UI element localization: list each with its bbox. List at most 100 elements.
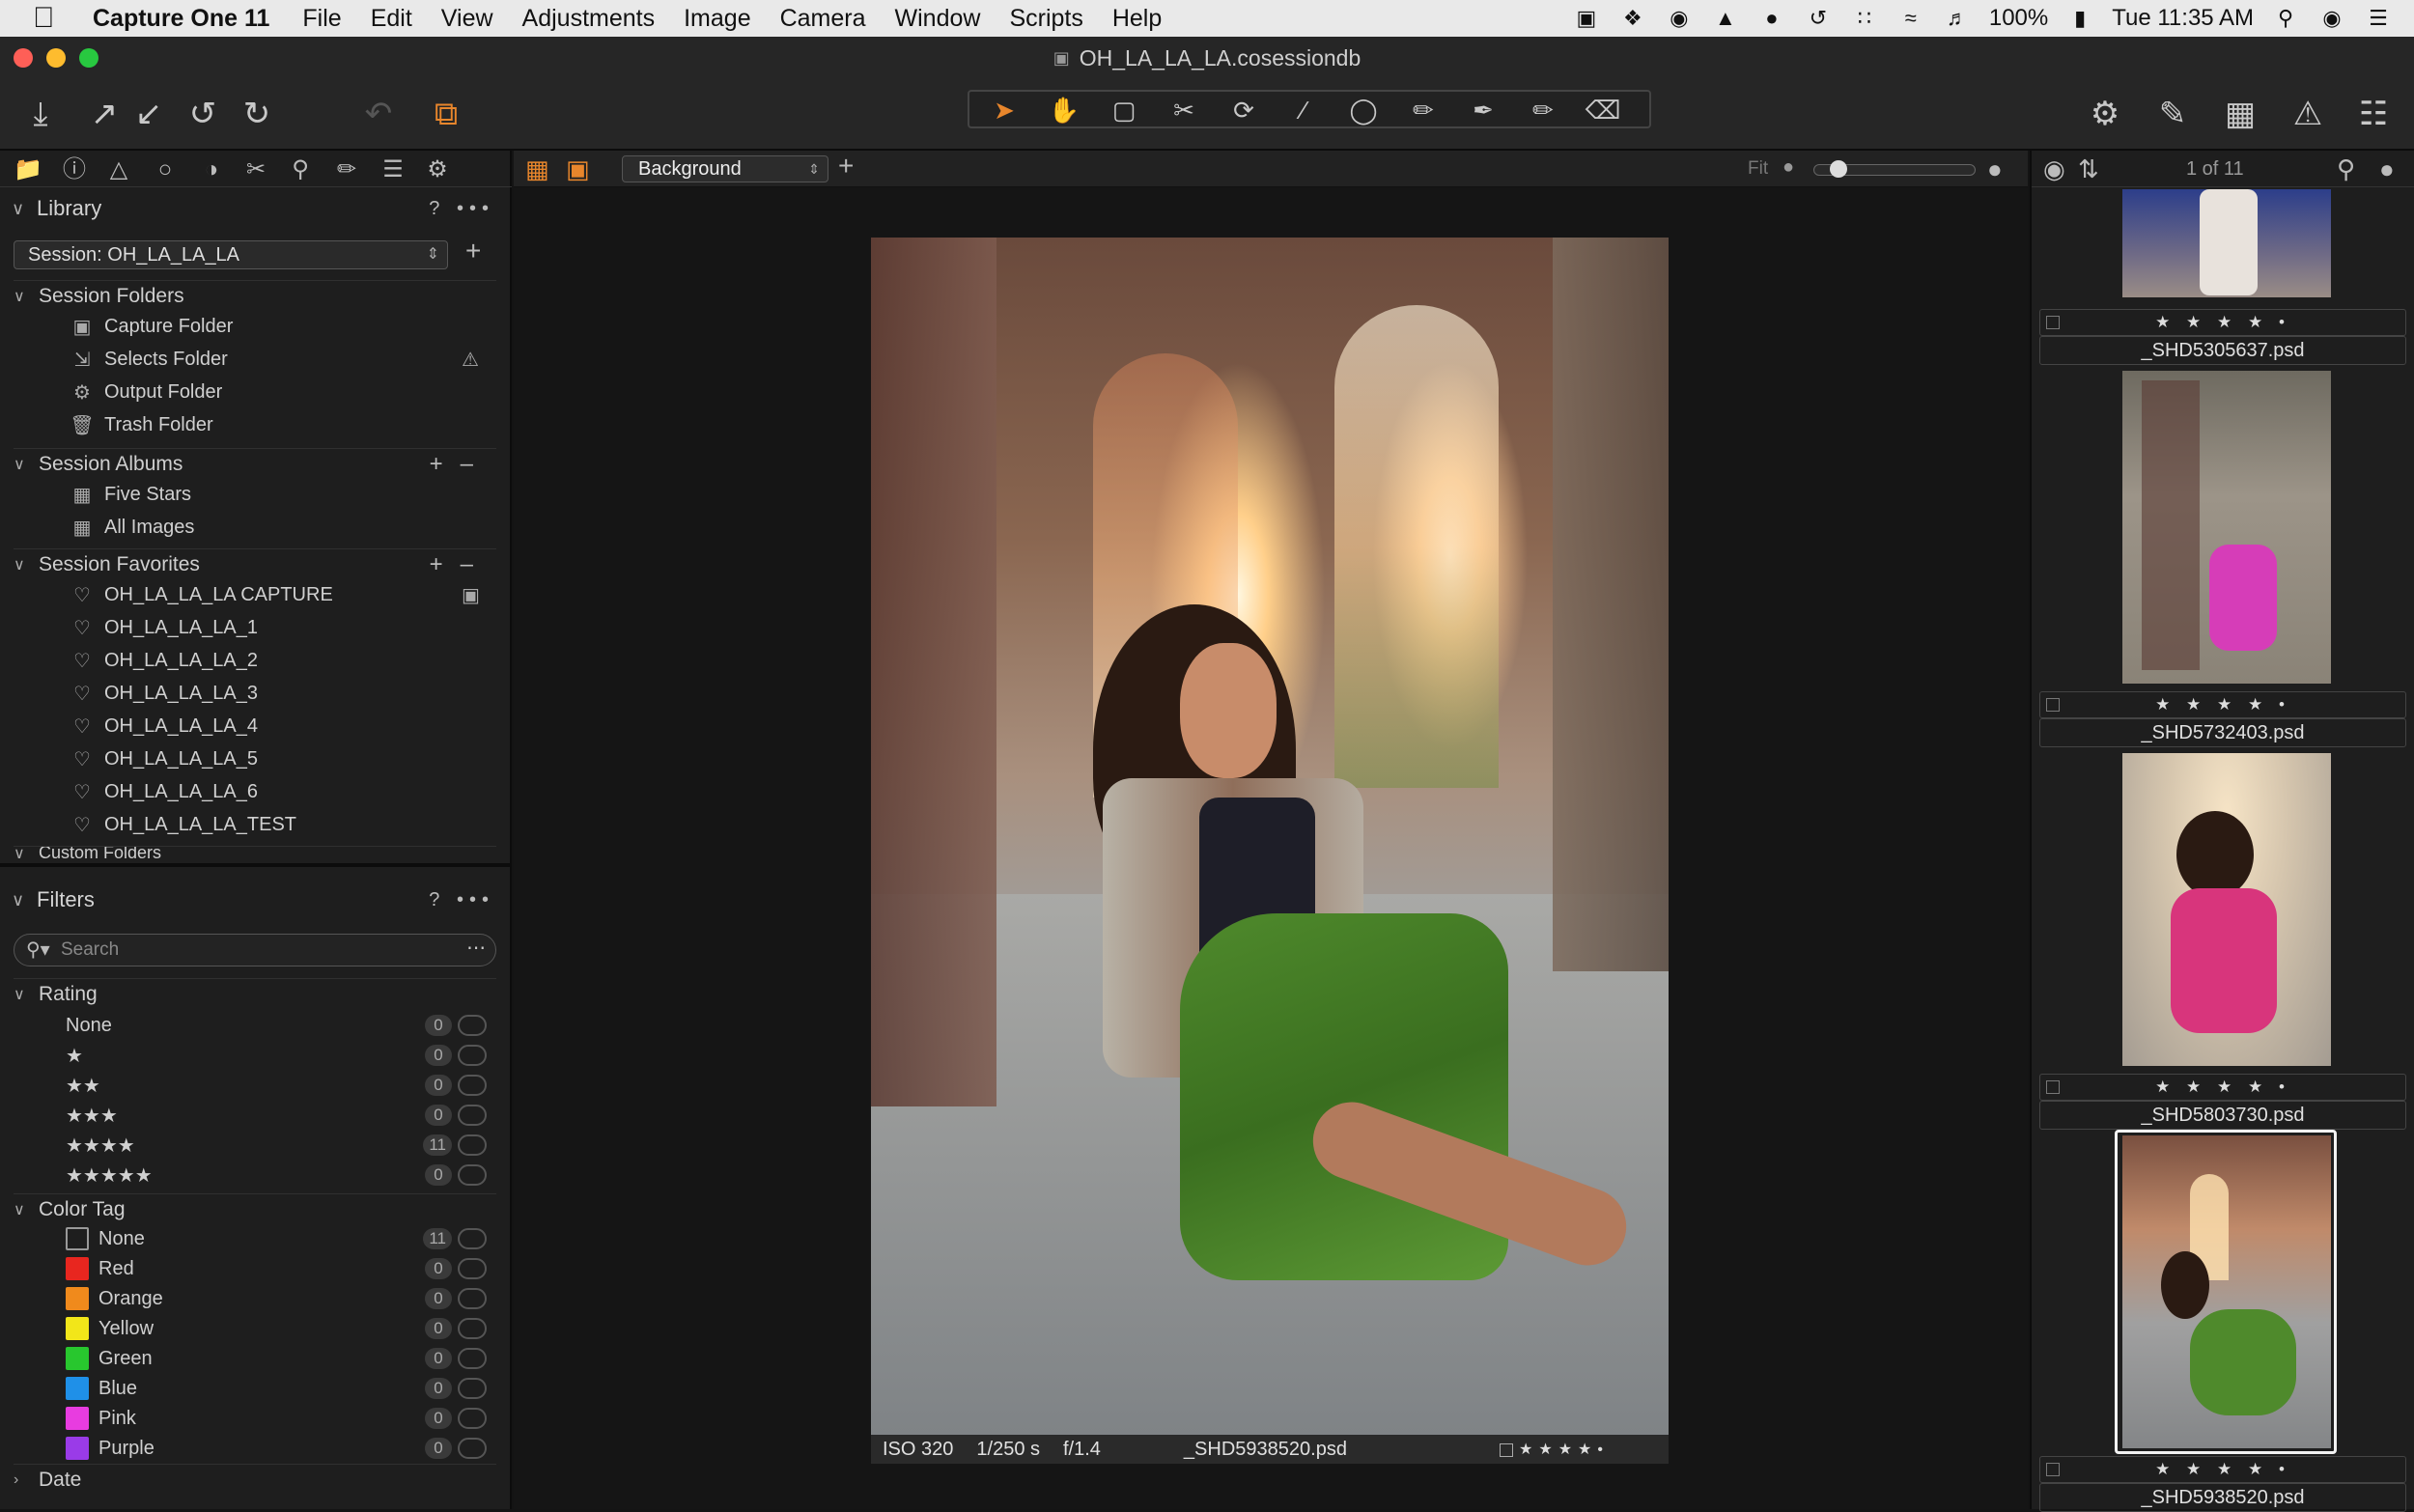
menu-extra-icon[interactable]: ● — [1757, 6, 1786, 31]
filters-help-button[interactable]: ? — [429, 889, 445, 910]
single-view-icon[interactable]: ▣ — [566, 154, 590, 184]
filter-toggle[interactable] — [458, 1288, 487, 1309]
menu-camera[interactable]: Camera — [780, 5, 866, 33]
sidebar-item-favorite-test[interactable]: ♡ OH_LA_LA_LA_TEST — [68, 809, 296, 840]
sidebar-item-all-images[interactable]: ▦ All Images — [68, 512, 195, 543]
color-filter-red[interactable]: Red 0 — [66, 1254, 487, 1283]
filter-toggle[interactable] — [458, 1408, 487, 1429]
session-select[interactable]: Session: OH_LA_LA_LA ⇕ — [14, 240, 448, 269]
select-checkbox[interactable] — [2046, 698, 2060, 712]
rating-filter-4[interactable]: ★★★★ 11 — [66, 1131, 487, 1160]
color-filter-blue[interactable]: Blue 0 — [66, 1374, 487, 1403]
color-filter-orange[interactable]: Orange 0 — [66, 1284, 487, 1313]
lens-tab-icon[interactable]: △ — [102, 154, 135, 185]
remove-album-button[interactable]: – — [461, 451, 491, 477]
filter-toggle[interactable] — [458, 1228, 487, 1249]
thumbnail-rating[interactable]: ★ ★ ★ ★ • — [2039, 1074, 2406, 1101]
details-tab-icon[interactable]: ⚲ — [284, 154, 317, 185]
color-filter-pink[interactable]: Pink 0 — [66, 1404, 487, 1433]
thumbnail[interactable] — [2122, 371, 2331, 684]
sidebar-item-favorite[interactable]: ♡ OH_LA_LA_LA_2 — [68, 645, 258, 676]
rating-filter-2[interactable]: ★★ 0 — [66, 1071, 487, 1100]
filter-toggle[interactable] — [458, 1075, 487, 1096]
select-checkbox[interactable] — [1500, 1442, 1514, 1457]
eraser-icon[interactable]: ⌫ — [1574, 94, 1632, 126]
photo-rating[interactable]: ★★★★• — [1500, 1440, 1632, 1459]
search-icon[interactable]: ⚲ — [2337, 154, 2355, 184]
notification-center-icon[interactable]: ☰ — [2364, 6, 2393, 31]
session-folders-header[interactable]: ∨ Session Folders — [14, 280, 496, 311]
add-album-button[interactable]: + — [430, 451, 461, 477]
date-header[interactable]: › Date — [14, 1464, 496, 1495]
crop-tab-icon[interactable]: ✂ — [239, 154, 272, 185]
add-favorite-button[interactable]: + — [430, 551, 461, 577]
session-albums-header[interactable]: ∨ Session Albums +– — [14, 448, 496, 479]
close-window-button[interactable] — [14, 48, 33, 68]
app-menu[interactable]: Capture One 11 — [93, 5, 269, 33]
minimize-window-button[interactable] — [46, 48, 66, 68]
filter-toggle[interactable] — [458, 1045, 487, 1066]
thumbnail[interactable] — [2122, 189, 2331, 297]
spotlight-icon[interactable]: ⚲ — [2271, 6, 2300, 31]
add-session-button[interactable]: + — [465, 236, 481, 266]
rating-filter-5[interactable]: ★★★★★ 0 — [66, 1161, 487, 1190]
copy-apply-icon[interactable]: ⧉ — [425, 93, 467, 135]
filter-toggle[interactable] — [458, 1438, 487, 1459]
sort-icon[interactable]: ⇅ — [2078, 154, 2099, 184]
layer-select[interactable]: Background ⇕ — [622, 155, 828, 182]
siri-icon[interactable]: ◉ — [2317, 6, 2346, 31]
warning-icon[interactable]: ⚠ — [2287, 93, 2329, 135]
menu-window[interactable]: Window — [895, 5, 981, 33]
exposure-tab-icon[interactable]: ◑ — [195, 154, 228, 185]
battery-icon[interactable]: ▮ — [2065, 6, 2094, 31]
bluetooth-icon[interactable]: ∷ — [1850, 6, 1879, 31]
menu-file[interactable]: File — [302, 5, 341, 33]
undo-icon[interactable]: ↺ — [182, 93, 224, 135]
sidebar-item-output-folder[interactable]: ⚙ Output Folder — [68, 377, 222, 407]
sidebar-item-five-stars[interactable]: ▦ Five Stars — [68, 479, 191, 510]
volume-icon[interactable]: ♬ — [1943, 6, 1972, 31]
menu-help[interactable]: Help — [1112, 5, 1162, 33]
dropbox-icon[interactable]: ❖ — [1618, 6, 1647, 31]
picker-icon[interactable]: ✒ — [1454, 94, 1512, 126]
sidebar-item-selects-folder[interactable]: ⇲ Selects Folder ⚠ — [68, 344, 479, 375]
thumbnail-rating[interactable]: ★ ★ ★ ★ • — [2039, 309, 2406, 336]
pan-cursor-icon[interactable]: ✋ — [1035, 94, 1093, 126]
clock[interactable]: Tue 11:35 AM — [2112, 5, 2254, 32]
metadata-tab-icon[interactable]: ☰ — [377, 154, 409, 185]
rating-filter-1[interactable]: ★ 0 — [66, 1041, 487, 1070]
crop-cursor-icon[interactable]: ✂ — [1155, 94, 1213, 126]
menu-edit[interactable]: Edit — [371, 5, 412, 33]
session-favorites-header[interactable]: ∨ Session Favorites +– — [14, 548, 496, 579]
apple-menu-icon[interactable]:  — [33, 0, 68, 37]
rating-filter-none[interactable]: None 0 — [66, 1011, 487, 1040]
select-checkbox[interactable] — [2046, 1463, 2060, 1476]
grid-view-icon[interactable]: ▦ — [2219, 93, 2261, 135]
filter-toggle[interactable] — [458, 1105, 487, 1126]
adjustments-tab-icon[interactable]: ✏ — [330, 154, 363, 185]
menu-adjustments[interactable]: Adjustments — [522, 5, 656, 33]
creative-cloud-icon[interactable]: ◉ — [1665, 6, 1694, 31]
filter-toggle[interactable] — [458, 1164, 487, 1186]
library-more-button[interactable]: ••• — [457, 198, 494, 219]
select-checkbox[interactable] — [2046, 1080, 2060, 1094]
select-cursor-icon[interactable]: ➤ — [975, 94, 1033, 126]
rotate-cursor-icon[interactable]: ⟳ — [1215, 94, 1273, 126]
keystone-cursor-icon[interactable]: ∕ — [1275, 94, 1333, 126]
settings-tab-icon[interactable]: ⚙ — [421, 154, 454, 185]
menu-view[interactable]: View — [441, 5, 493, 33]
zoom-slider-handle[interactable] — [1830, 160, 1847, 178]
library-tab-icon[interactable]: 📁 — [12, 154, 44, 185]
color-filter-none[interactable]: None 11 — [66, 1224, 487, 1253]
sidebar-item-favorite[interactable]: ♡ OH_LA_LA_LA_1 — [68, 612, 258, 643]
color-filter-yellow[interactable]: Yellow 0 — [66, 1314, 487, 1343]
remove-favorite-button[interactable]: – — [461, 551, 491, 577]
rating-filter-3[interactable]: ★★★ 0 — [66, 1101, 487, 1130]
filter-toggle[interactable] — [458, 1015, 487, 1036]
zoom-slider[interactable] — [1813, 160, 1976, 178]
sidebar-item-trash-folder[interactable]: 🗑 Trash Folder — [68, 409, 212, 440]
person-icon[interactable]: ● — [2379, 154, 2395, 184]
screen-icon[interactable]: ▣ — [1572, 6, 1601, 31]
thumbnail-selected[interactable] — [2122, 1135, 2331, 1448]
filter-toggle[interactable] — [458, 1134, 487, 1156]
